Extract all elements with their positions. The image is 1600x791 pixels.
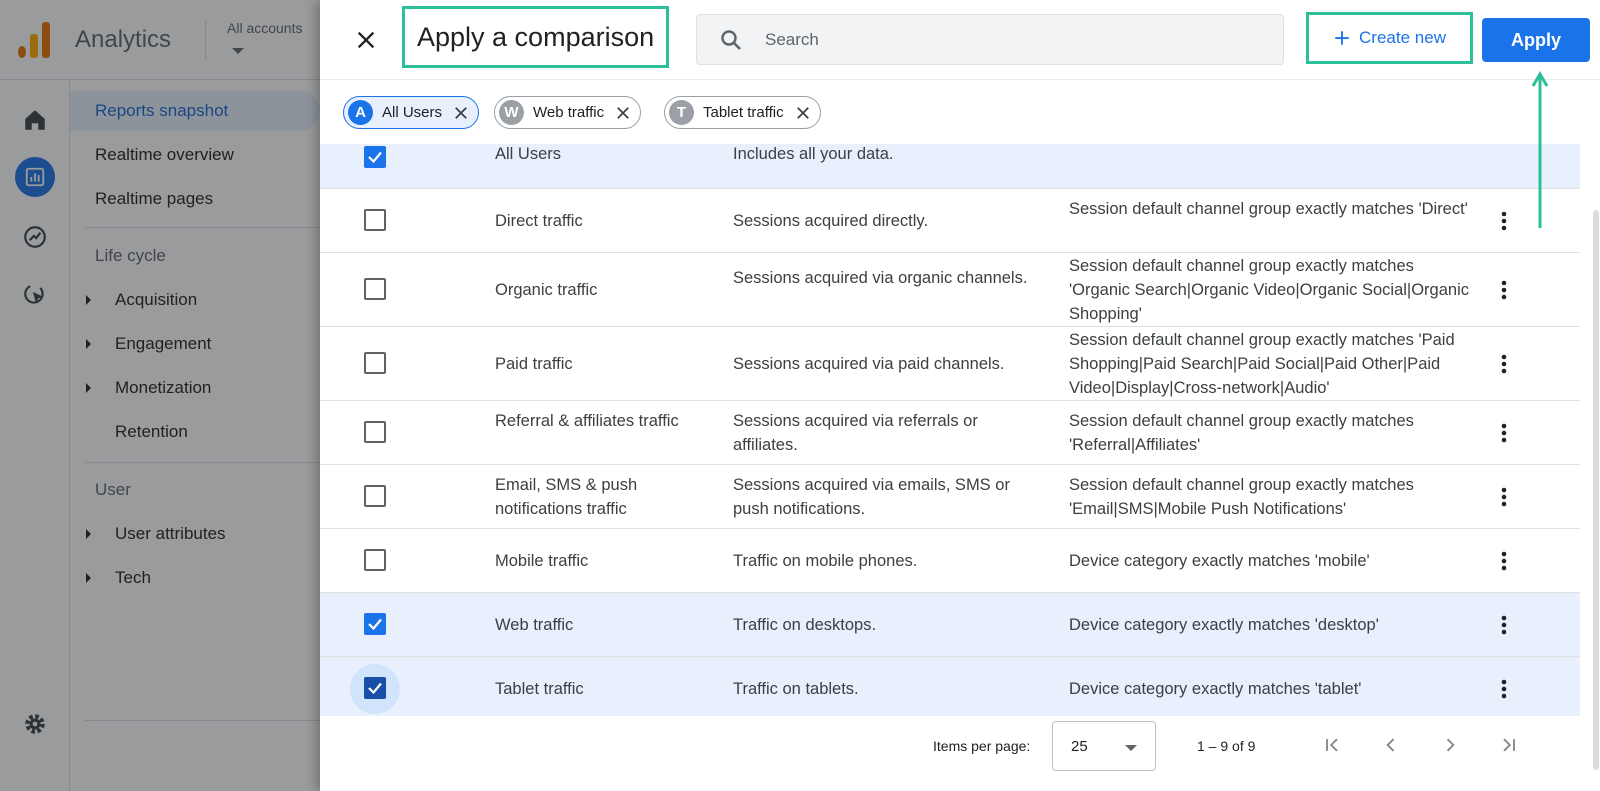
chip-letter: A: [348, 100, 373, 125]
table-row[interactable]: Referral & affiliates traffic Sessions a…: [320, 401, 1580, 465]
chip-tablet-traffic[interactable]: T Tablet traffic: [664, 96, 821, 129]
row-description: Sessions acquired via referrals or affil…: [733, 412, 978, 454]
close-icon: [357, 31, 375, 49]
check-icon: [368, 682, 382, 695]
table-row[interactable]: Mobile traffic Traffic on mobile phones.…: [320, 529, 1580, 593]
close-icon[interactable]: [452, 104, 470, 122]
close-icon[interactable]: [614, 104, 632, 122]
row-checkbox[interactable]: [364, 485, 386, 507]
chip-label: All Users: [382, 104, 443, 121]
row-name: Referral & affiliates traffic: [495, 412, 679, 430]
check-icon: [368, 151, 382, 164]
row-condition: Device category exactly matches 'mobile': [1069, 552, 1370, 570]
chevron-down-icon: [1125, 745, 1137, 751]
close-button[interactable]: [350, 24, 382, 56]
check-icon: [368, 618, 382, 631]
items-per-page-value: 25: [1071, 738, 1088, 755]
table-row[interactable]: Email, SMS & push notifications traffic …: [320, 465, 1580, 529]
more-vert-icon[interactable]: [1492, 278, 1516, 302]
row-condition: Device category exactly matches 'tablet': [1069, 680, 1362, 698]
create-new-highlight: Create new: [1306, 12, 1473, 64]
items-per-page-select[interactable]: 25: [1052, 721, 1156, 771]
row-description: Sessions acquired via paid channels.: [733, 355, 1005, 373]
table-row[interactable]: Paid traffic Sessions acquired via paid …: [320, 327, 1580, 401]
table-row[interactable]: Tablet traffic Traffic on tablets. Devic…: [320, 657, 1580, 721]
plus-icon: [1335, 31, 1349, 45]
row-description: Traffic on desktops.: [733, 616, 877, 634]
row-checkbox[interactable]: [364, 278, 386, 300]
arrow-up-icon: [1531, 71, 1549, 228]
table-row[interactable]: All Users Includes all your data.: [320, 144, 1580, 189]
more-vert-icon[interactable]: [1492, 549, 1516, 573]
row-description: Sessions acquired directly.: [733, 212, 929, 230]
row-name: Paid traffic: [495, 355, 573, 373]
row-name: Tablet traffic: [495, 680, 584, 698]
search-input[interactable]: [765, 25, 1265, 55]
row-condition: Session default channel group exactly ma…: [1069, 412, 1414, 454]
row-description: Sessions acquired via organic channels.: [733, 269, 1028, 287]
more-vert-icon[interactable]: [1492, 421, 1516, 445]
row-description: Sessions acquired via emails, SMS or pus…: [733, 476, 1010, 518]
create-new-label: Create new: [1359, 28, 1446, 47]
chip-letter: T: [669, 100, 694, 125]
row-name: Email, SMS & push notifications traffic: [495, 476, 638, 518]
pagination-footer: Items per page: 25 1 – 9 of 9: [320, 716, 1580, 791]
row-checkbox[interactable]: [364, 352, 386, 374]
more-vert-icon[interactable]: [1492, 352, 1516, 376]
row-condition: Session default channel group exactly ma…: [1069, 200, 1468, 218]
row-checkbox[interactable]: [364, 421, 386, 443]
chip-web-traffic[interactable]: W Web traffic: [494, 96, 642, 129]
row-checkbox[interactable]: [364, 209, 386, 231]
search-box[interactable]: [696, 14, 1284, 65]
table-row[interactable]: Web traffic Traffic on desktops. Device …: [320, 593, 1580, 657]
chip-label: Tablet traffic: [703, 104, 784, 121]
more-vert-icon[interactable]: [1492, 613, 1516, 637]
row-name: Web traffic: [495, 616, 574, 634]
chip-label: Web traffic: [533, 104, 605, 121]
next-page-icon[interactable]: [1436, 731, 1464, 759]
create-new-button[interactable]: Create new: [1313, 19, 1466, 57]
more-vert-icon[interactable]: [1492, 677, 1516, 701]
row-condition: Session default channel group exactly ma…: [1069, 476, 1414, 518]
page-range: 1 – 9 of 9: [1197, 738, 1256, 754]
apply-button[interactable]: Apply: [1482, 18, 1590, 62]
previous-page-icon[interactable]: [1377, 731, 1405, 759]
row-condition: Session default channel group exactly ma…: [1069, 331, 1455, 397]
close-icon[interactable]: [794, 104, 812, 122]
more-vert-icon[interactable]: [1492, 209, 1516, 233]
dialog-title: Apply a comparison: [402, 6, 670, 68]
last-page-icon[interactable]: [1495, 731, 1523, 759]
row-name: Organic traffic: [495, 281, 598, 299]
row-description: Includes all your data.: [733, 145, 894, 163]
row-description: Traffic on mobile phones.: [733, 552, 918, 570]
search-icon: [721, 30, 741, 50]
row-condition: Session default channel group exactly ma…: [1069, 257, 1469, 323]
row-checkbox[interactable]: [364, 677, 386, 699]
more-vert-icon[interactable]: [1492, 485, 1516, 509]
items-per-page-label: Items per page:: [933, 738, 1031, 754]
comparison-table: All Users Includes all your data. Direct…: [320, 144, 1580, 730]
table-row[interactable]: Organic traffic Sessions acquired via or…: [320, 253, 1580, 327]
chip-all-users[interactable]: A All Users: [343, 96, 480, 129]
comparison-panel: Apply a comparison Create new Apply A Al…: [320, 0, 1600, 791]
row-name: Direct traffic: [495, 212, 583, 230]
panel-header: Apply a comparison Create new Apply: [320, 0, 1600, 80]
row-checkbox[interactable]: [364, 146, 386, 168]
chip-letter: W: [499, 100, 524, 125]
selected-chips: A All Users W Web traffic T Tablet traff…: [320, 80, 1600, 144]
row-name: Mobile traffic: [495, 552, 589, 570]
row-condition: Device category exactly matches 'desktop…: [1069, 616, 1379, 634]
row-checkbox[interactable]: [364, 613, 386, 635]
row-name: All Users: [495, 145, 562, 163]
row-description: Traffic on tablets.: [733, 680, 859, 698]
table-row[interactable]: Direct traffic Sessions acquired directl…: [320, 189, 1580, 253]
row-checkbox[interactable]: [364, 549, 386, 571]
scrollbar-thumb[interactable]: [1593, 210, 1599, 770]
first-page-icon[interactable]: [1318, 731, 1346, 759]
